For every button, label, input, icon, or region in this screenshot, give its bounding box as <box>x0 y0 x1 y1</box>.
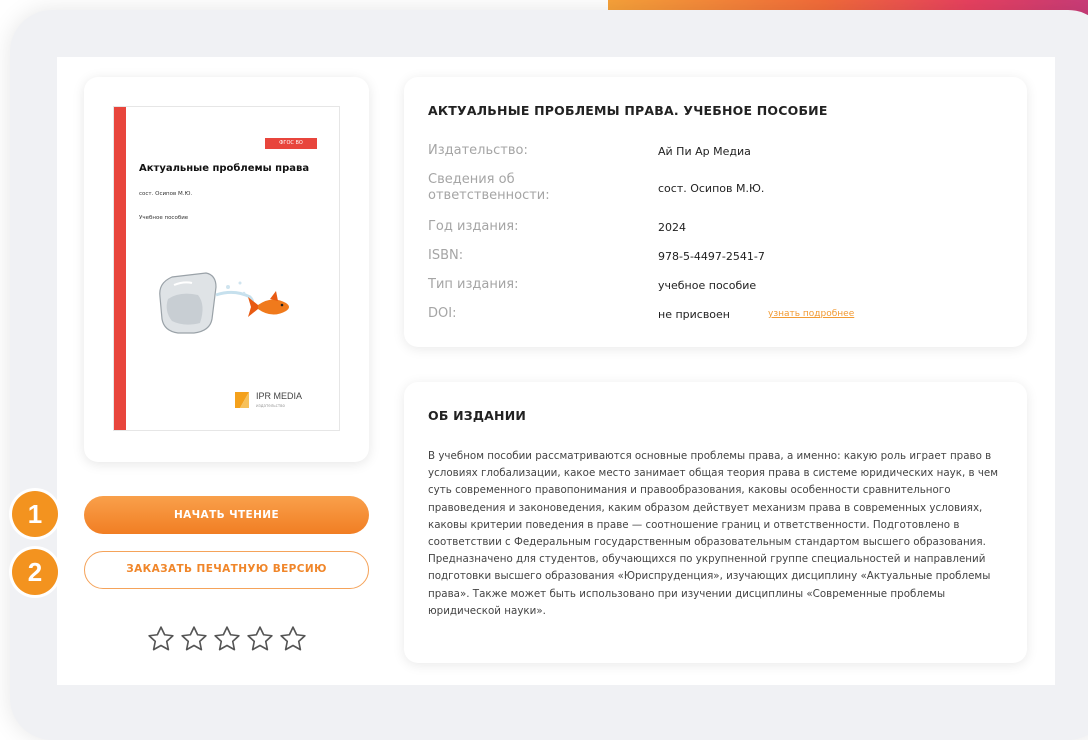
book-info-card: АКТУАЛЬНЫЕ ПРОБЛЕМЫ ПРАВА. УЧЕБНОЕ ПОСОБ… <box>404 77 1027 347</box>
info-label: Год издания: <box>428 219 519 234</box>
ipr-media-logo-icon <box>235 392 249 408</box>
step-marker-2: 2 <box>12 549 58 595</box>
info-row-doi: DOI: не присвоен узнать подробнее <box>428 306 854 322</box>
info-label: Тип издания: <box>428 277 519 292</box>
about-title: ОБ ИЗДАНИИ <box>428 408 527 423</box>
info-row-publisher: Издательство: Ай Пи Ар Медиа <box>428 143 751 159</box>
info-value: Ай Пи Ар Медиа <box>658 144 751 158</box>
glass-and-goldfish-illustration <box>159 272 289 334</box>
info-row-year: Год издания: 2024 <box>428 219 686 235</box>
cover-badge: ФГОС ВО <box>265 138 317 149</box>
rating-stars[interactable] <box>146 624 308 654</box>
logo-subtext: издательство <box>256 403 285 408</box>
info-row-edition-type: Тип издания: учебное пособие <box>428 277 756 293</box>
info-label: Издательство: <box>428 143 528 158</box>
star-icon[interactable] <box>179 624 209 654</box>
info-value: сост. Осипов М.Ю. <box>658 181 765 195</box>
cover-title: Актуальные проблемы права <box>139 163 310 174</box>
publisher-logo: IPR MEDIA издательство <box>234 390 302 410</box>
about-description: В учебном пособии рассматриваются основн… <box>428 450 999 617</box>
cover-red-strip <box>114 107 126 430</box>
cover-type: Учебное пособие <box>139 215 189 221</box>
info-value: 978-5-4497-2541-7 <box>658 249 765 263</box>
info-value: учебное пособие <box>658 278 757 292</box>
step-marker-1: 1 <box>12 491 58 537</box>
star-icon[interactable] <box>245 624 275 654</box>
info-row-responsibility: Сведения об ответственности: сост. Осипо… <box>428 172 764 204</box>
about-edition-card: ОБ ИЗДАНИИ В учебном пособии рассматрива… <box>404 382 1027 663</box>
doi-learn-more-link[interactable]: узнать подробнее <box>768 309 854 319</box>
order-print-version-button[interactable]: ЗАКАЗАТЬ ПЕЧАТНУЮ ВЕРСИЮ <box>84 551 369 589</box>
start-reading-button[interactable]: НАЧАТЬ ЧТЕНИЕ <box>84 496 369 534</box>
star-icon[interactable] <box>212 624 242 654</box>
glass-icon <box>159 272 217 334</box>
info-label: ISBN: <box>428 248 464 263</box>
star-icon[interactable] <box>146 624 176 654</box>
logo-text: IPR MEDIA <box>256 391 303 401</box>
goldfish-icon <box>248 291 289 317</box>
cover-author: сост. Осипов М.Ю. <box>139 191 193 197</box>
info-value: не присвоен <box>658 307 730 321</box>
book-cover-image[interactable]: ФГОС ВО Актуальные проблемы права сост. … <box>113 106 340 431</box>
star-icon[interactable] <box>278 624 308 654</box>
info-label: DOI: <box>428 306 457 321</box>
info-label: Сведения об ответственности: <box>428 172 550 203</box>
book-title: АКТУАЛЬНЫЕ ПРОБЛЕМЫ ПРАВА. УЧЕБНОЕ ПОСОБ… <box>428 103 828 118</box>
info-value: 2024 <box>658 220 686 234</box>
info-row-isbn: ISBN: 978-5-4497-2541-7 <box>428 248 765 264</box>
